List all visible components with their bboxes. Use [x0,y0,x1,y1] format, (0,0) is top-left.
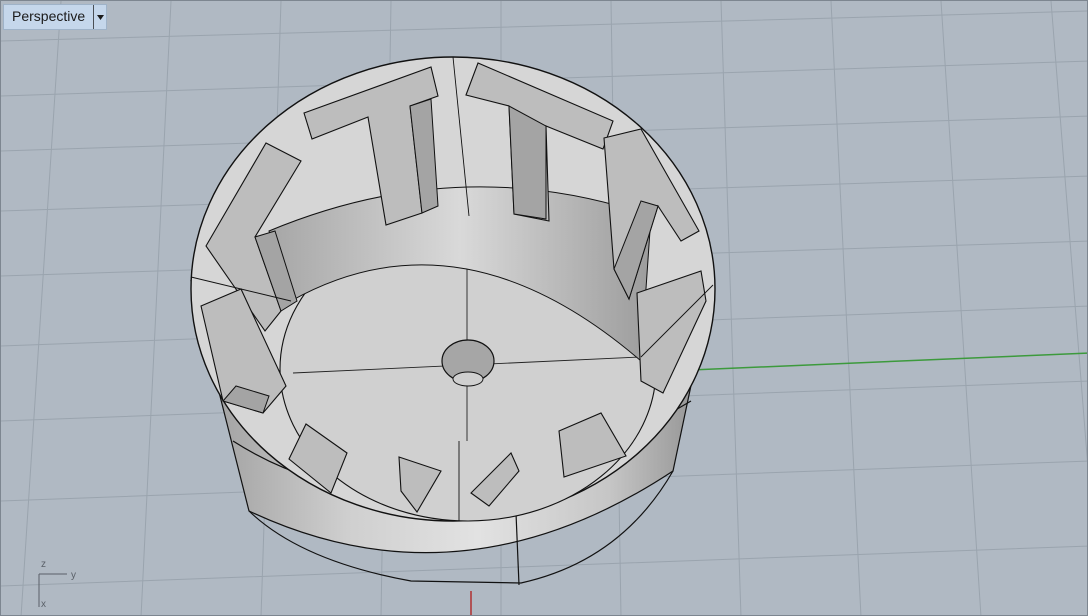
viewport-title-tab[interactable]: Perspective [3,4,108,30]
chevron-down-icon [96,14,104,20]
axis-y-label: y [71,570,76,581]
viewport-menu-dropdown[interactable] [93,5,106,29]
world-y-axis-line [690,352,1087,371]
axis-x-label: x [41,599,46,610]
perspective-viewport[interactable]: z y x Perspective [0,0,1088,616]
viewport-name[interactable]: Perspective [4,5,93,29]
viewport-canvas[interactable]: z y x [1,1,1088,616]
axis-z-label: z [41,559,46,570]
